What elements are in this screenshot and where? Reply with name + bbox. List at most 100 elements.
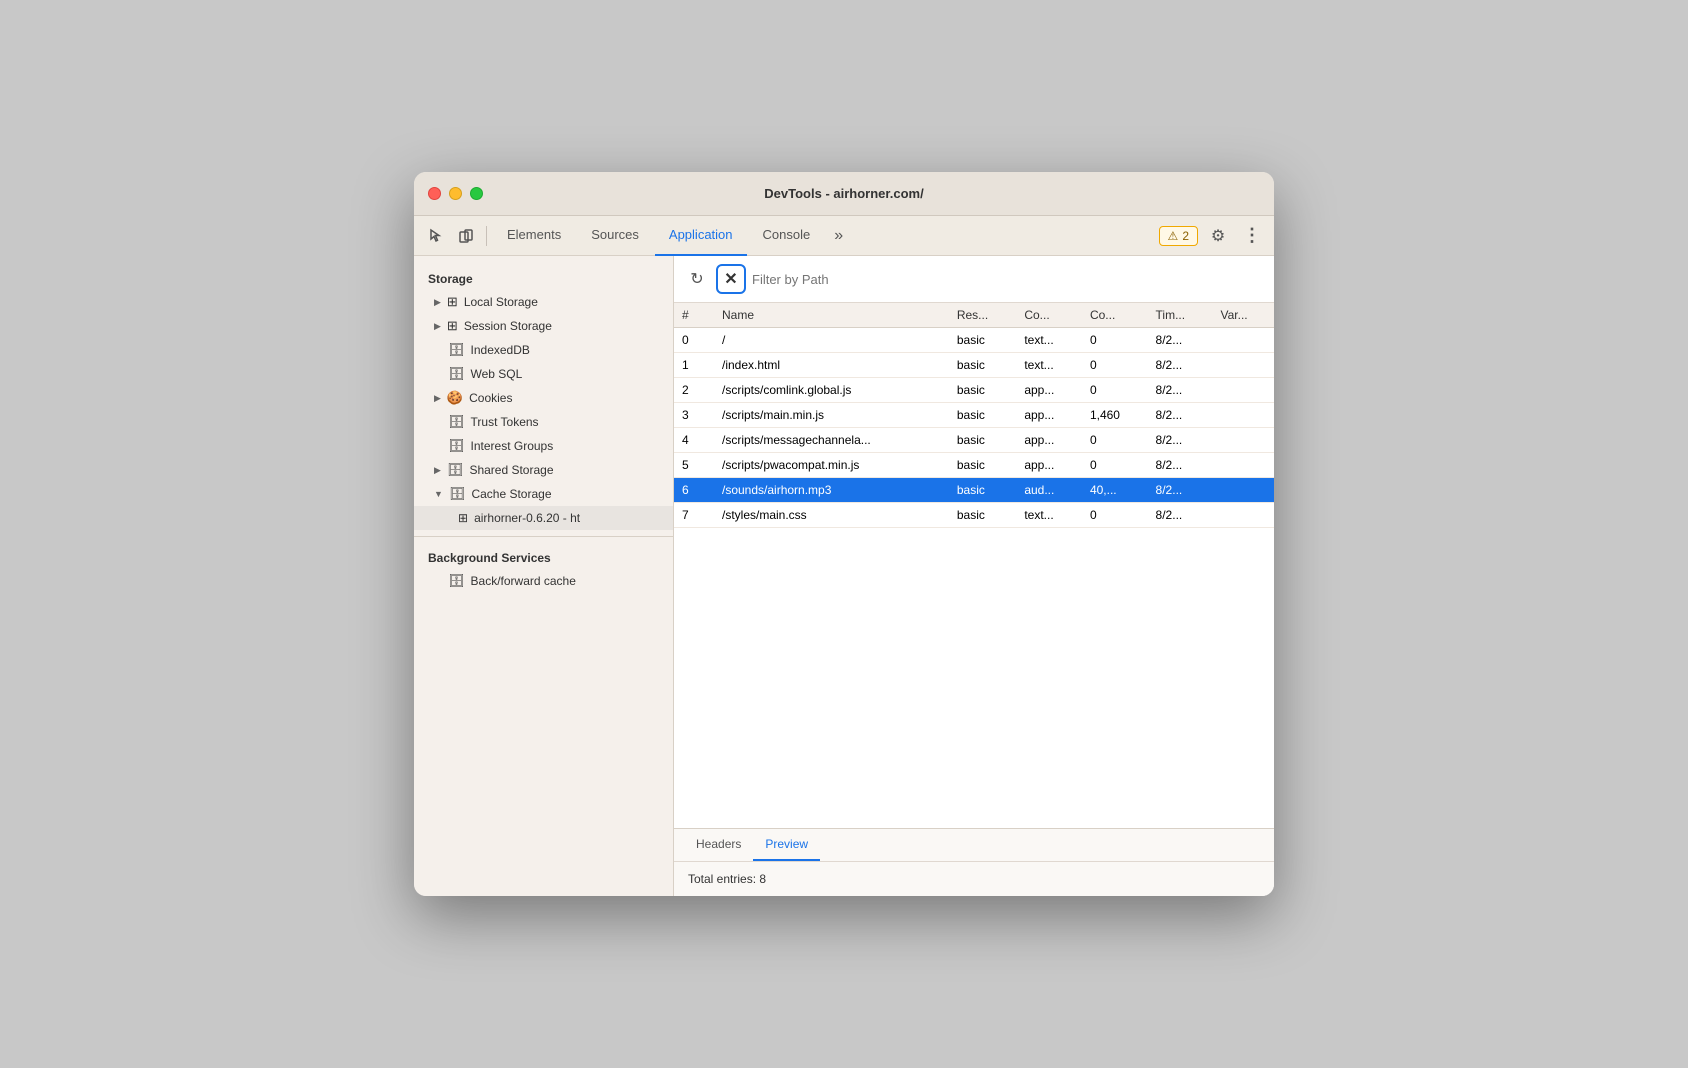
cell-tim: 8/2... [1148,378,1213,403]
more-tabs-button[interactable]: » [826,216,851,256]
cell-co1: text... [1016,353,1082,378]
table-row[interactable]: 7 /styles/main.css basic text... 0 8/2..… [674,503,1274,528]
cell-co2: 0 [1082,503,1148,528]
minimize-button[interactable] [449,187,462,200]
cell-num: 7 [674,503,714,528]
cell-name: /styles/main.css [714,503,949,528]
sidebar-item-label: Trust Tokens [471,415,539,429]
cell-num: 1 [674,353,714,378]
sidebar-item-label: Cookies [469,391,512,405]
cell-tim: 8/2... [1148,503,1213,528]
inspect-tool-button[interactable] [422,222,450,250]
cell-var [1212,328,1274,353]
sidebar-item-label: Shared Storage [469,463,553,477]
traffic-lights [428,187,483,200]
table-row[interactable]: 4 /scripts/messagechannela... basic app.… [674,428,1274,453]
sidebar-item-label: Back/forward cache [471,574,576,588]
table-row[interactable]: 6 /sounds/airhorn.mp3 basic aud... 40,..… [674,478,1274,503]
sidebar-item-back-forward-cache[interactable]: 🗄 Back/forward cache [414,569,673,593]
arrow-icon: ▶ [434,321,441,332]
bottom-panel: Headers Preview Total entries: 8 [674,828,1274,896]
table-row[interactable]: 1 /index.html basic text... 0 8/2... [674,353,1274,378]
storage-section-label: Storage [414,264,673,290]
tab-elements[interactable]: Elements [493,216,575,256]
table-row[interactable]: 5 /scripts/pwacompat.min.js basic app...… [674,453,1274,478]
device-toggle-button[interactable] [452,222,480,250]
titlebar: DevTools - airhorner.com/ [414,172,1274,216]
main-panel: ↻ ✕ # Name Res... Co... Co... Tim... [674,256,1274,896]
filter-bar: ↻ ✕ [674,256,1274,303]
more-menu-button[interactable]: ⋮ [1238,222,1266,250]
col-header-res: Res... [949,303,1016,328]
arrow-expanded-icon: ▼ [434,489,443,499]
sidebar-item-indexeddb[interactable]: 🗄 IndexedDB [414,338,673,362]
total-entries-label: Total entries: 8 [688,872,766,886]
db-icon: 🗄 [448,438,465,454]
cell-name: / [714,328,949,353]
cookie-icon: 🍪 [447,390,463,406]
cell-num: 3 [674,403,714,428]
bottom-content: Total entries: 8 [674,862,1274,896]
table-row[interactable]: 0 / basic text... 0 8/2... [674,328,1274,353]
maximize-button[interactable] [470,187,483,200]
sidebar-item-label: Web SQL [471,367,523,381]
db-icon: 🗄 [448,573,465,589]
cell-co1: app... [1016,378,1082,403]
close-button[interactable] [428,187,441,200]
tab-console[interactable]: Console [749,216,825,256]
cell-num: 0 [674,328,714,353]
col-header-var: Var... [1212,303,1274,328]
col-header-name: Name [714,303,949,328]
cell-var [1212,403,1274,428]
tab-headers[interactable]: Headers [684,829,753,861]
cell-co1: text... [1016,503,1082,528]
tab-preview[interactable]: Preview [753,829,820,861]
cell-name: /index.html [714,353,949,378]
bottom-tabs: Headers Preview [674,829,1274,862]
sidebar: Storage ▶ ⊞ Local Storage ▶ ⊞ Session St… [414,256,674,896]
cell-tim: 8/2... [1148,353,1213,378]
cell-name: /scripts/comlink.global.js [714,378,949,403]
db-icon: 🗄 [447,462,464,478]
table-row[interactable]: 3 /scripts/main.min.js basic app... 1,46… [674,403,1274,428]
sidebar-item-cookies[interactable]: ▶ 🍪 Cookies [414,386,673,410]
clear-filter-button[interactable]: ✕ [716,264,746,294]
arrow-icon: ▶ [434,297,441,308]
cell-var [1212,478,1274,503]
sidebar-item-shared-storage[interactable]: ▶ 🗄 Shared Storage [414,458,673,482]
warning-badge[interactable]: ⚠ 2 [1159,226,1198,246]
cell-co2: 0 [1082,328,1148,353]
settings-button[interactable]: ⚙ [1204,222,1232,250]
sidebar-item-cache-storage[interactable]: ▼ 🗄 Cache Storage [414,482,673,506]
refresh-button[interactable]: ↻ [684,266,710,292]
grid-icon: ⊞ [447,294,458,310]
cell-res: basic [949,428,1016,453]
table-row[interactable]: 2 /scripts/comlink.global.js basic app..… [674,378,1274,403]
tab-application[interactable]: Application [655,216,747,256]
sidebar-item-interest-groups[interactable]: 🗄 Interest Groups [414,434,673,458]
sidebar-divider [414,536,673,537]
tab-sources[interactable]: Sources [577,216,653,256]
cell-co1: aud... [1016,478,1082,503]
cell-tim: 8/2... [1148,403,1213,428]
sidebar-item-web-sql[interactable]: 🗄 Web SQL [414,362,673,386]
sidebar-item-trust-tokens[interactable]: 🗄 Trust Tokens [414,410,673,434]
col-header-tim: Tim... [1148,303,1213,328]
cell-tim: 8/2... [1148,453,1213,478]
cell-tim: 8/2... [1148,328,1213,353]
toolbar: Elements Sources Application Console » ⚠… [414,216,1274,256]
sidebar-item-session-storage[interactable]: ▶ ⊞ Session Storage [414,314,673,338]
table-header-row: # Name Res... Co... Co... Tim... Var... [674,303,1274,328]
toolbar-divider [486,226,487,246]
background-services-label: Background Services [414,543,673,569]
cell-co2: 0 [1082,378,1148,403]
sidebar-item-local-storage[interactable]: ▶ ⊞ Local Storage [414,290,673,314]
cell-res: basic [949,503,1016,528]
sidebar-item-cache-entry[interactable]: ⊞ airhorner-0.6.20 - ht [414,506,673,530]
cell-co2: 1,460 [1082,403,1148,428]
cell-name: /scripts/pwacompat.min.js [714,453,949,478]
sidebar-item-label: airhorner-0.6.20 - ht [474,511,580,525]
cell-name: /scripts/main.min.js [714,403,949,428]
filter-input[interactable] [752,272,1264,287]
content-area: Storage ▶ ⊞ Local Storage ▶ ⊞ Session St… [414,256,1274,896]
